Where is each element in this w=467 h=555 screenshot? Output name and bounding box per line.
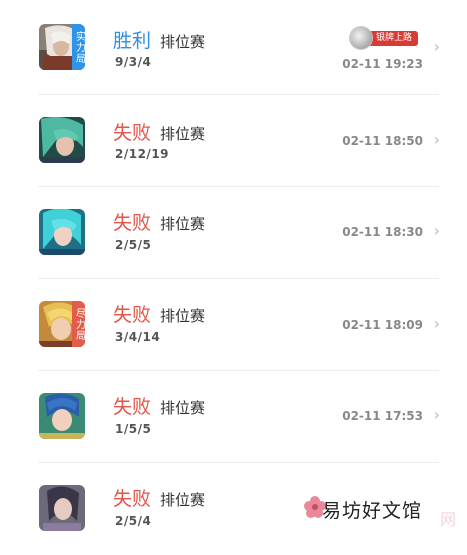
match-history-list: 实力局 胜利 排位赛 9/3/4 银牌上路 02-11 19:23 › 失败 排… [0,0,467,538]
match-time: 02-11 17:53 [342,409,423,423]
match-kda: 2/5/5 [115,238,152,252]
performance-badge: 尽力局 [72,301,85,347]
match-row[interactable]: 失败 排位赛 1/5/5 02-11 17:53 › [0,371,467,463]
chevron-right-icon: › [433,221,440,240]
rank-label: 银牌上路 [365,30,418,46]
white-haired-hero-icon: 实力局 [39,24,85,70]
match-mode: 排位赛 [160,491,206,509]
aqua-haired-hero-icon [39,209,85,255]
watermark-faded-text: 网 [440,510,465,529]
match-kda: 3/4/14 [115,330,161,344]
match-time: 02-11 18:09 [342,318,423,332]
match-result: 失败 [113,212,152,234]
match-mode: 排位赛 [160,399,206,417]
match-mode: 排位赛 [160,33,206,51]
match-row[interactable]: 尽力局 失败 排位赛 3/4/14 02-11 18:09 › [0,279,467,371]
teal-haired-hero-icon [39,117,85,163]
match-mode: 排位赛 [160,307,206,325]
match-kda: 2/12/19 [115,147,170,161]
match-row[interactable]: 失败 排位赛 2/12/19 02-11 18:50 › [0,95,467,187]
match-time: 02-11 19:23 [342,57,423,71]
match-kda: 1/5/5 [115,422,152,436]
match-row[interactable]: 实力局 胜利 排位赛 9/3/4 银牌上路 02-11 19:23 › [0,0,467,92]
match-row[interactable]: 失败 排位赛 2/5/5 02-11 18:30 › [0,187,467,279]
match-mode: 排位赛 [160,125,206,143]
match-result: 失败 [113,396,152,418]
match-kda: 2/5/4 [115,514,152,528]
match-time: 02-11 18:30 [342,225,423,239]
performance-badge: 实力局 [72,24,85,70]
silver-rank-icon [349,27,372,49]
chevron-right-icon: › [433,37,440,56]
rank-badge: 银牌上路 [349,27,418,49]
match-result: 失败 [113,304,152,326]
match-kda: 9/3/4 [115,55,152,69]
watermark-text: 易坊好文馆 [322,500,423,522]
chevron-right-icon: › [433,405,440,424]
match-result: 胜利 [113,30,152,52]
match-result: 失败 [113,488,152,510]
match-time: 02-11 18:50 [342,134,423,148]
match-result: 失败 [113,122,152,144]
chevron-right-icon: › [433,130,440,149]
blonde-hero-icon: 尽力局 [39,301,85,347]
chevron-right-icon: › [433,314,440,333]
match-mode: 排位赛 [160,215,206,233]
blue-haired-hero-icon [39,393,85,439]
watermark: 易坊好文馆 网 [298,488,467,538]
dark-haired-hero-icon [39,485,85,531]
